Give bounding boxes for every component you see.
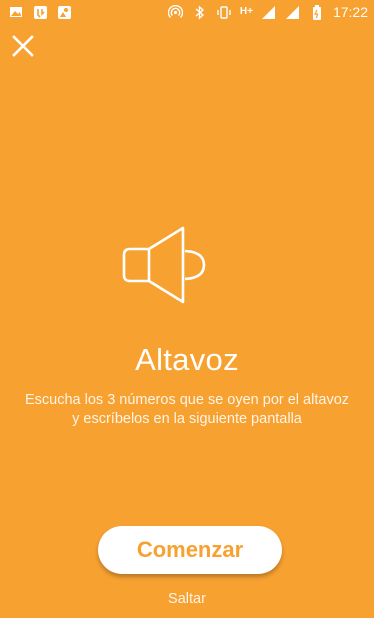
close-button[interactable] xyxy=(10,33,36,59)
speaker-icon xyxy=(122,226,208,304)
bluetooth-icon xyxy=(192,4,208,20)
vibrate-icon xyxy=(216,4,232,20)
status-bar: H+ 17:22 xyxy=(0,0,374,24)
hotspot-icon xyxy=(168,4,184,20)
start-button[interactable]: Comenzar xyxy=(98,526,282,574)
status-right-icons: H+ 17:22 xyxy=(168,4,368,20)
status-left-icons xyxy=(8,4,72,20)
network-type-label: H+ xyxy=(239,6,253,17)
image-icon xyxy=(8,4,24,20)
map-notification-icon xyxy=(56,4,72,20)
instructions-text: Escucha los 3 números que se oyen por el… xyxy=(24,392,350,427)
battery-icon xyxy=(309,4,325,20)
status-time: 17:22 xyxy=(332,4,368,20)
signal-icon xyxy=(285,4,301,20)
app-notification-icon xyxy=(32,4,48,20)
signal-icon xyxy=(261,4,277,20)
skip-link[interactable]: Saltar xyxy=(0,591,374,607)
close-icon xyxy=(12,35,34,57)
page-title: Altavoz xyxy=(135,342,239,377)
